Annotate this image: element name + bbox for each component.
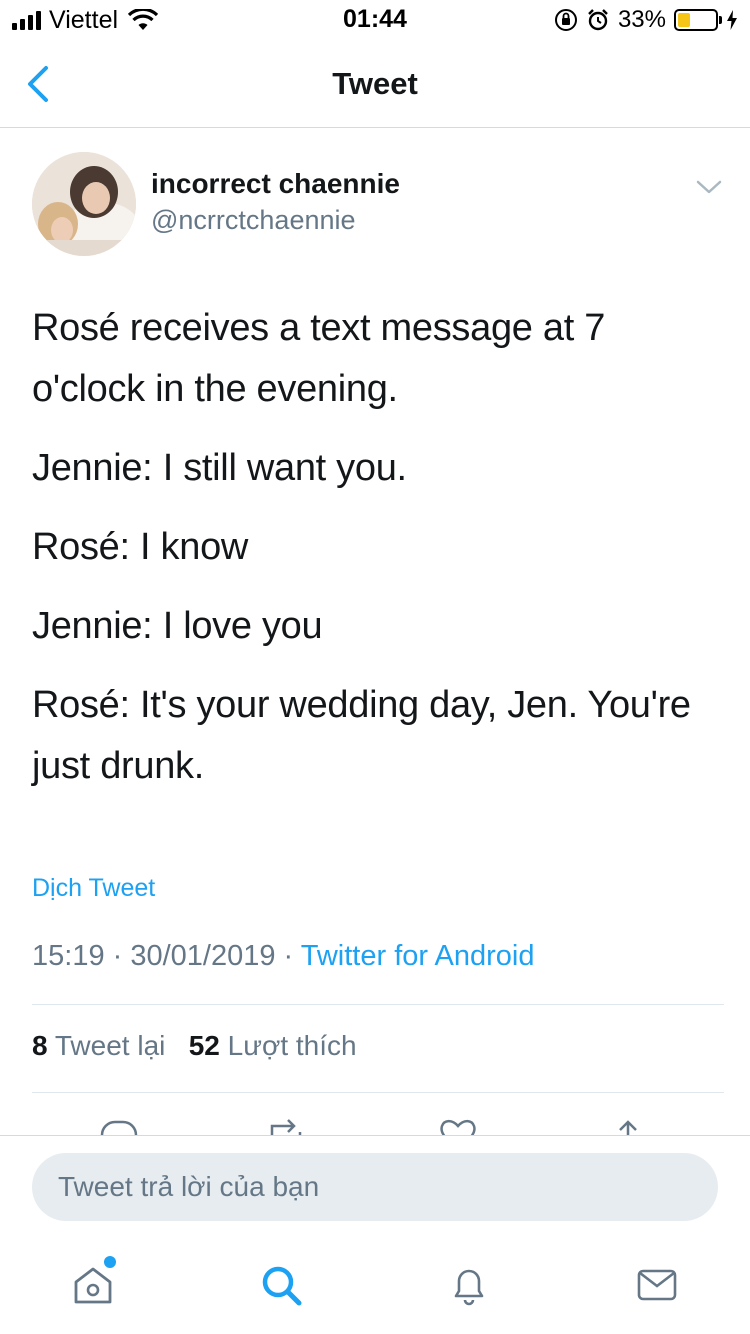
battery-level-fill <box>678 13 690 27</box>
tweet-timestamp: 15:19 · 30/01/2019 · <box>32 940 301 972</box>
avatar-photo <box>32 152 136 256</box>
divider <box>32 1092 724 1093</box>
divider <box>32 1004 724 1005</box>
tweet-paragraph: Rosé: It's your wedding day, Jen. You're… <box>32 684 691 787</box>
author-name[interactable]: incorrect chaennie <box>151 168 400 200</box>
notification-dot <box>104 1256 116 1268</box>
alarm-icon <box>588 9 608 31</box>
like-count[interactable]: 52 <box>189 1030 220 1061</box>
retweet-count[interactable]: 8 <box>32 1030 48 1061</box>
heart-icon[interactable] <box>436 1114 480 1136</box>
translate-tweet-link[interactable]: Dịch Tweet <box>32 874 155 903</box>
tweet-paragraph: Rosé: I know <box>32 526 249 568</box>
reply-bar: Tweet trả lời của bạn <box>0 1135 750 1235</box>
home-icon[interactable] <box>70 1262 116 1308</box>
reply-icon[interactable] <box>98 1114 142 1136</box>
tweet-paragraph: Rosé receives a text message at 7 o'cloc… <box>32 307 606 410</box>
status-bar: Viettel 01:44 33% <box>0 0 750 40</box>
charging-bolt-icon <box>727 10 737 30</box>
tweet-source-link[interactable]: Twitter for Android <box>301 940 535 972</box>
tweet-text: Rosé receives a text message at 7 o'cloc… <box>32 298 712 815</box>
avatar[interactable] <box>32 152 136 256</box>
page-title: Tweet <box>332 66 418 101</box>
notifications-icon[interactable] <box>446 1262 492 1308</box>
like-label[interactable]: Lượt thích <box>228 1030 357 1061</box>
tweet-paragraph: Jennie: I still want you. <box>32 447 407 489</box>
messages-icon[interactable] <box>634 1262 680 1308</box>
navigation-bar: Tweet <box>0 40 750 128</box>
author-handle[interactable]: @ncrrctchaennie <box>151 205 356 236</box>
battery-icon <box>674 9 722 31</box>
reply-input[interactable]: Tweet trả lời của bạn <box>32 1153 718 1221</box>
retweet-icon[interactable] <box>264 1114 308 1136</box>
tweet-actions <box>0 1104 750 1136</box>
search-icon[interactable] <box>258 1262 304 1308</box>
tweet-paragraph: Jennie: I love you <box>32 605 323 647</box>
tweet-stats: 8 Tweet lại 52 Lượt thích <box>32 1030 357 1062</box>
rotation-lock-icon <box>554 9 577 31</box>
status-bar-right: 33% <box>554 6 738 34</box>
share-icon[interactable] <box>606 1114 650 1136</box>
tweet-meta: 15:19 · 30/01/2019 · Twitter for Android <box>32 940 534 973</box>
battery-percent: 33% <box>617 6 666 33</box>
chevron-down-icon[interactable] <box>694 176 724 198</box>
retweet-label[interactable]: Tweet lại <box>55 1030 166 1061</box>
tab-bar <box>0 1240 750 1334</box>
